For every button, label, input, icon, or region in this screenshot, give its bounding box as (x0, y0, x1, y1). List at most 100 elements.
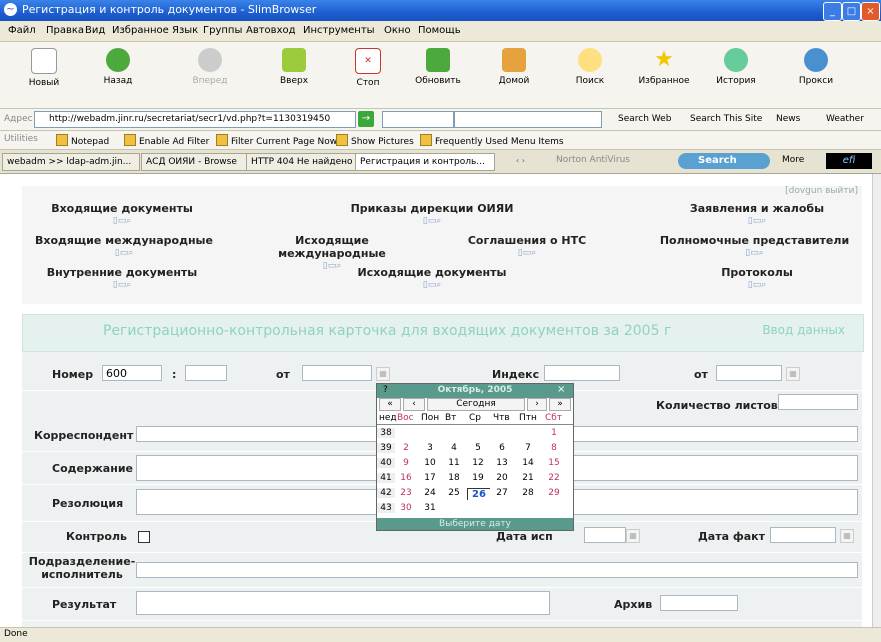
calendar-day[interactable]: 12 (467, 458, 489, 468)
calendar-day[interactable]: 20 (491, 473, 513, 483)
search-input[interactable] (454, 111, 602, 128)
doc-search-icon[interactable]: ▯▭⌕ (652, 248, 857, 258)
refresh-button[interactable]: Обновить (406, 48, 470, 86)
more-button[interactable]: More (782, 155, 804, 165)
department-input[interactable] (136, 562, 858, 578)
calendar-day[interactable]: 14 (517, 458, 539, 468)
calendar-day[interactable]: 1 (543, 428, 565, 438)
menu-autologin[interactable]: Автовход (246, 25, 296, 36)
number-input[interactable]: 600 (102, 365, 162, 381)
web-search-button[interactable]: Search (678, 153, 770, 169)
index-date-input[interactable] (716, 365, 782, 381)
calendar-day[interactable]: 8 (543, 443, 565, 453)
menu-window[interactable]: Окно (384, 25, 411, 36)
number-suffix-input[interactable] (185, 365, 227, 381)
calendar-day[interactable]: 23 (395, 488, 417, 498)
calendar-day[interactable]: 29 (543, 488, 565, 498)
calendar-icon[interactable]: ▦ (376, 367, 390, 381)
menu-groups[interactable]: Группы (203, 25, 242, 36)
calendar-close-button[interactable]: × (557, 384, 565, 395)
category-outgoing[interactable]: Исходящие документы ▯▭⌕ (352, 266, 512, 290)
search-site-link[interactable]: Search This Site (690, 114, 762, 124)
calendar-day[interactable]: 9 (395, 458, 417, 468)
menu-view[interactable]: Вид (85, 25, 105, 36)
norton-button[interactable]: Norton AntiVirus (556, 155, 630, 165)
calendar-day[interactable]: 16 (395, 473, 417, 483)
doc-search-icon[interactable]: ▯▭⌕ (452, 248, 602, 258)
calendar-day[interactable]: 3 (419, 443, 441, 453)
back-button[interactable]: Назад (86, 48, 150, 86)
home-button[interactable]: Домой (482, 48, 546, 86)
doc-search-icon[interactable]: ▯▭⌕ (34, 248, 214, 258)
new-button[interactable]: Новый (12, 48, 76, 88)
go-button[interactable]: → (358, 111, 374, 127)
control-checkbox[interactable] (138, 531, 150, 543)
menu-file[interactable]: Файл (8, 25, 36, 36)
search-engine-select[interactable] (382, 111, 454, 128)
vertical-scrollbar[interactable] (872, 174, 881, 627)
calendar-day[interactable]: 30 (395, 503, 417, 513)
date-exec-input[interactable] (584, 527, 626, 543)
category-intl-incoming[interactable]: Входящие международные ▯▭⌕ (34, 234, 214, 258)
up-button[interactable]: Вверх (262, 48, 326, 86)
calendar-day[interactable]: 24 (419, 488, 441, 498)
tab-ldap[interactable]: webadm >> ldap-adm.jin... (2, 153, 140, 171)
prev-month-button[interactable]: ‹ (403, 398, 425, 411)
doc-search-icon[interactable]: ▯▭⌕ (322, 216, 542, 226)
prev-year-button[interactable]: « (379, 398, 401, 411)
filter-page-button[interactable]: Filter Current Page Now (216, 134, 337, 147)
category-internal[interactable]: Внутренние документы ▯▭⌕ (42, 266, 202, 290)
ad-filter-button[interactable]: Enable Ad Filter (124, 134, 209, 147)
doc-search-icon[interactable]: ▯▭⌕ (702, 280, 812, 290)
category-complaints[interactable]: Заявления и жалобы ▯▭⌕ (662, 202, 852, 226)
notepad-button[interactable]: Notepad (56, 134, 109, 147)
date-input[interactable] (302, 365, 372, 381)
doc-search-icon[interactable]: ▯▭⌕ (352, 280, 512, 290)
calendar-icon[interactable]: ▦ (840, 529, 854, 543)
calendar-day[interactable]: 27 (491, 488, 513, 498)
calendar-day[interactable]: 31 (419, 503, 441, 513)
calendar-day[interactable]: 25 (443, 488, 465, 498)
history-button[interactable]: История (704, 48, 768, 86)
close-button[interactable]: × (861, 2, 880, 21)
calendar-day[interactable]: 13 (491, 458, 513, 468)
proxy-button[interactable]: Прокси (784, 48, 848, 86)
calendar-day[interactable]: 18 (443, 473, 465, 483)
date-fact-input[interactable] (770, 527, 836, 543)
menu-help[interactable]: Помощь (418, 25, 461, 36)
archive-input[interactable] (660, 595, 738, 611)
result-textarea[interactable] (136, 591, 550, 615)
calendar-day[interactable]: 11 (443, 458, 465, 468)
forward-button[interactable]: Вперед (178, 48, 242, 86)
data-entry-link[interactable]: Ввод данных (762, 323, 845, 337)
calendar-day[interactable]: 28 (517, 488, 539, 498)
calendar-icon[interactable]: ▦ (786, 367, 800, 381)
category-protocols[interactable]: Протоколы ▯▭⌕ (702, 266, 812, 290)
calendar-day[interactable]: 7 (517, 443, 539, 453)
minimize-button[interactable]: _ (823, 2, 842, 21)
category-agreements[interactable]: Соглашения о НТС ▯▭⌕ (452, 234, 602, 258)
maximize-button[interactable]: □ (842, 2, 861, 21)
search-button[interactable]: Поиск (558, 48, 622, 86)
calendar-day[interactable]: 5 (467, 443, 489, 453)
menu-tools[interactable]: Инструменты (303, 25, 375, 36)
calendar-day[interactable]: 22 (543, 473, 565, 483)
menu-language[interactable]: Язык (172, 25, 198, 36)
doc-search-icon[interactable]: ▯▭⌕ (662, 216, 852, 226)
calendar-day[interactable]: 10 (419, 458, 441, 468)
weather-link[interactable]: Weather (826, 114, 864, 124)
menu-edit[interactable]: Правка (46, 25, 84, 36)
doc-search-icon[interactable]: ▯▭⌕ (42, 216, 202, 226)
calendar-day[interactable]: 2 (395, 443, 417, 453)
index-input[interactable] (544, 365, 620, 381)
news-link[interactable]: News (776, 114, 800, 124)
category-incoming[interactable]: Входящие документы ▯▭⌕ (42, 202, 202, 226)
today-button[interactable]: Сегодня (427, 398, 525, 411)
calendar-day[interactable]: 15 (543, 458, 565, 468)
show-pictures-button[interactable]: Show Pictures (336, 134, 414, 147)
calendar-day[interactable]: 26 (467, 488, 490, 500)
category-orders[interactable]: Приказы дирекции ОИЯИ ▯▭⌕ (322, 202, 542, 226)
tab-404[interactable]: HTTP 404 Не найдено (246, 153, 356, 171)
url-input[interactable]: http://webadm.jinr.ru/secretariat/secr1/… (34, 111, 356, 128)
stop-button[interactable]: ✕ Стоп (336, 48, 400, 88)
